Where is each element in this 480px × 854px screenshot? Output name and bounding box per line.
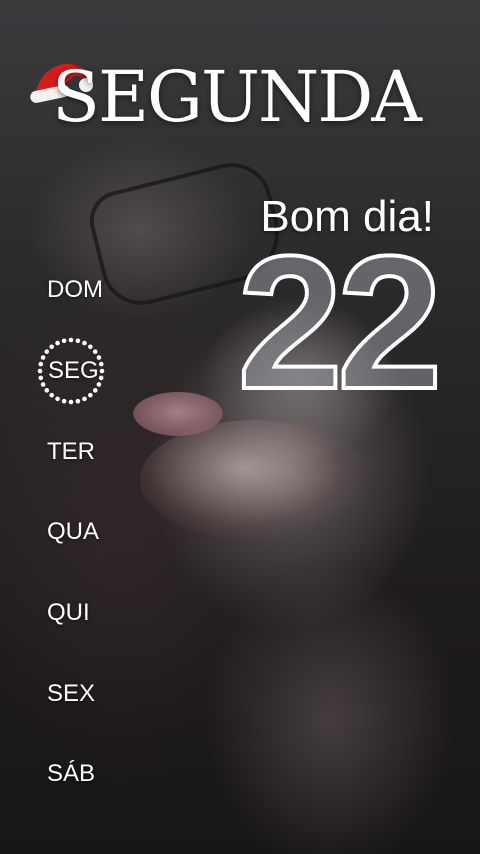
weekday-item-4[interactable]: QUI bbox=[34, 573, 124, 654]
photo-dog-mouth-shape bbox=[140, 420, 370, 540]
weekday-item-3[interactable]: QUA bbox=[34, 492, 124, 573]
weekday-item-0[interactable]: DOM bbox=[34, 250, 124, 331]
weekday-label: SEG bbox=[48, 357, 99, 385]
greeting-text: Bom dia! bbox=[260, 192, 434, 241]
weekday-label: SEX bbox=[47, 679, 96, 707]
weekday-label: SÁB bbox=[47, 760, 96, 788]
weekday-item-5[interactable]: SEX bbox=[34, 653, 124, 734]
weekday-label: QUI bbox=[47, 599, 90, 627]
weekday-label: DOM bbox=[47, 276, 103, 304]
weekday-item-1[interactable]: SEG bbox=[34, 331, 124, 412]
page-title: SEGUNDA bbox=[52, 56, 422, 138]
weekday-list: DOM SEG TER QUA QUI SEX SÁB bbox=[34, 250, 124, 815]
day-number: 22 bbox=[235, 238, 444, 408]
day-number-text: 22 bbox=[237, 238, 436, 408]
weekday-label: TER bbox=[47, 437, 95, 465]
weekday-label: QUA bbox=[47, 518, 100, 546]
weekday-item-2[interactable]: TER bbox=[34, 411, 124, 492]
weekday-item-6[interactable]: SÁB bbox=[34, 734, 124, 815]
